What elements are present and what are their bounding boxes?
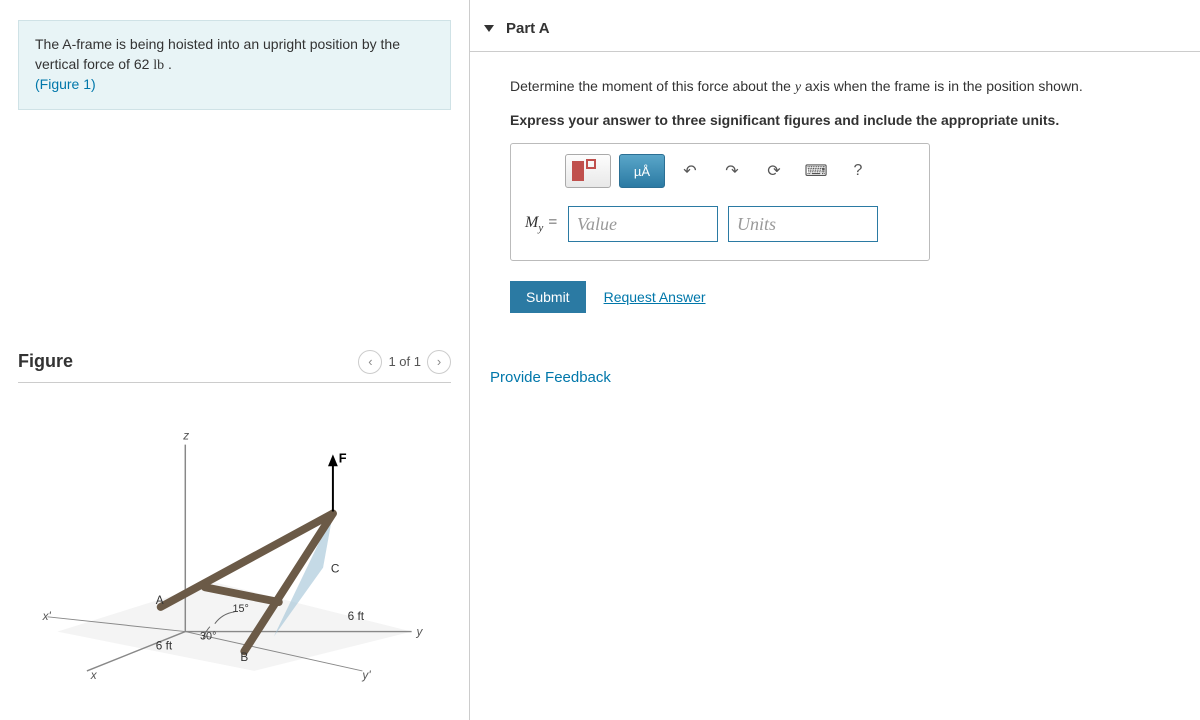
figure-nav-label: 1 of 1: [388, 354, 421, 369]
value-input[interactable]: [568, 206, 718, 242]
length-right-label: 6 ft: [348, 609, 365, 623]
axis-x-label: x: [90, 668, 98, 682]
templates-button[interactable]: [565, 154, 611, 188]
help-button[interactable]: ?: [841, 154, 875, 188]
units-symbols-button[interactable]: µÅ: [619, 154, 665, 188]
undo-button[interactable]: ↶: [673, 154, 707, 188]
axis-yprime-label: y': [361, 668, 371, 682]
answer-panel: µÅ ↶ ↷ ⟳ ⌨ ? My =: [510, 143, 930, 261]
answer-toolbar: µÅ ↶ ↷ ⟳ ⌨ ?: [511, 144, 929, 196]
angle15-label: 15°: [233, 603, 249, 615]
request-answer-link[interactable]: Request Answer: [604, 289, 706, 305]
axis-z-label: z: [182, 428, 189, 442]
length-left-label: 6 ft: [156, 638, 173, 652]
figure-reference-link[interactable]: (Figure 1): [35, 76, 96, 92]
figure-header: Figure ‹ 1 of 1 ›: [18, 350, 451, 383]
point-a-label: A: [156, 593, 164, 607]
submit-button[interactable]: Submit: [510, 281, 586, 313]
part-header[interactable]: Part A: [470, 10, 1200, 52]
axis-y-label: y: [416, 624, 424, 638]
figure-title: Figure: [18, 351, 73, 372]
keyboard-button[interactable]: ⌨: [799, 154, 833, 188]
axis-xprime-label: x': [42, 609, 52, 623]
problem-unit: lb: [153, 58, 164, 73]
redo-button[interactable]: ↷: [715, 154, 749, 188]
provide-feedback-link[interactable]: Provide Feedback: [470, 339, 1200, 386]
figure-next-button[interactable]: ›: [427, 350, 451, 374]
reset-button[interactable]: ⟳: [757, 154, 791, 188]
point-b-label: B: [240, 650, 248, 664]
part-title: Part A: [506, 20, 550, 37]
angle30-label: 30°: [200, 630, 216, 642]
figure-prev-button[interactable]: ‹: [358, 350, 382, 374]
point-c-label: C: [331, 561, 340, 575]
figure-diagram: z x y x' y' F A B C 15° 30° 6 ft 6 ft: [18, 403, 451, 683]
problem-statement: The A-frame is being hoisted into an upr…: [18, 20, 451, 110]
problem-text-after: .: [164, 56, 172, 72]
answer-instructions: Express your answer to three significant…: [510, 110, 1180, 131]
answer-variable-label: My =: [525, 214, 558, 234]
figure-nav: ‹ 1 of 1 ›: [358, 350, 451, 374]
force-label: F: [339, 450, 347, 465]
units-input[interactable]: [728, 206, 878, 242]
collapse-icon: [484, 25, 494, 32]
problem-text-before: The A-frame is being hoisted into an upr…: [35, 36, 400, 72]
question-text: Determine the moment of this force about…: [510, 76, 1180, 98]
